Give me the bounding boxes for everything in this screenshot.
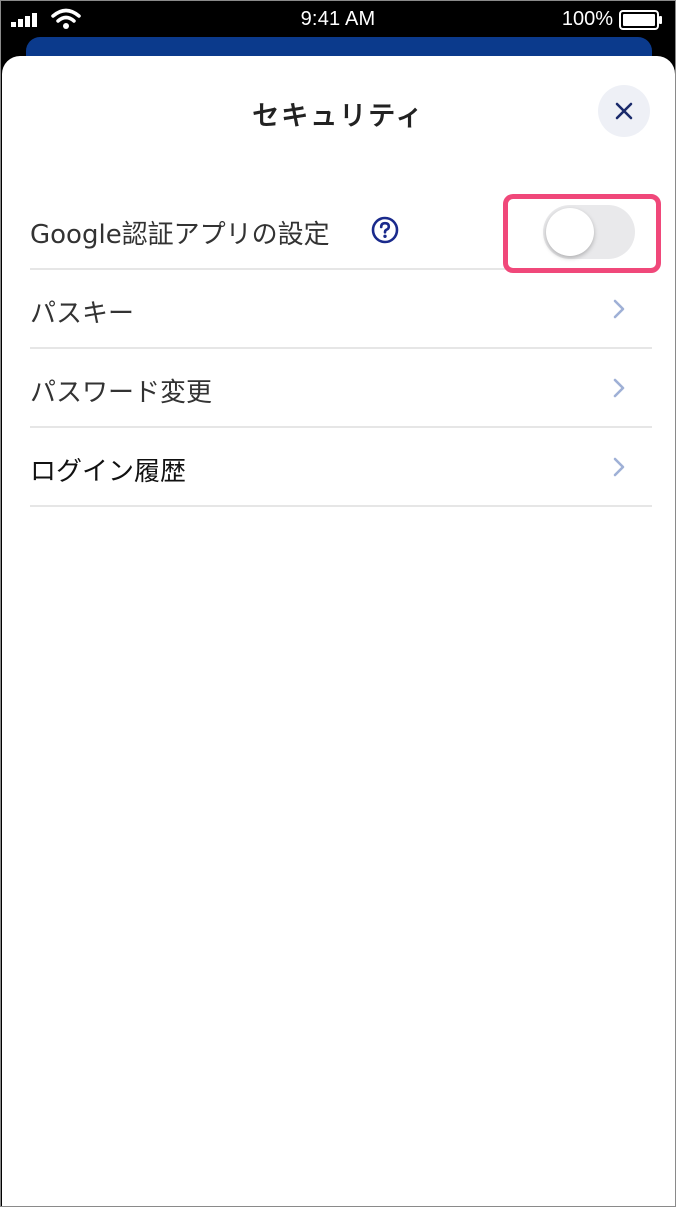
- setting-row-passkey[interactable]: パスキー: [30, 270, 652, 349]
- close-button[interactable]: [598, 85, 650, 137]
- phone-frame: 9:41 AM 100% セキュリティ Google認証アプリの設定 パスキー …: [0, 0, 676, 1207]
- setting-label-passkey: パスキー: [30, 299, 135, 329]
- chevron-right-icon: [613, 378, 625, 398]
- question-circle-icon[interactable]: [371, 216, 399, 244]
- close-icon: [615, 102, 633, 120]
- setting-label-login-history: ログイン履歴: [30, 457, 187, 487]
- status-bar: 9:41 AM 100%: [1, 1, 675, 39]
- page-title: セキュリティ: [252, 101, 425, 132]
- battery-icon: [619, 10, 662, 30]
- security-modal-sheet: セキュリティ Google認証アプリの設定 パスキー パスワード変更 ログイン履…: [2, 56, 675, 1206]
- setting-row-google-authenticator: Google認証アプリの設定: [30, 191, 661, 273]
- google-authenticator-toggle[interactable]: [543, 205, 635, 259]
- chevron-right-icon: [613, 457, 625, 477]
- setting-label-google-authenticator: Google認証アプリの設定: [30, 220, 330, 250]
- chevron-right-icon: [613, 299, 625, 319]
- setting-row-password-change[interactable]: パスワード変更: [30, 349, 652, 428]
- toggle-knob: [546, 208, 594, 256]
- setting-label-password-change: パスワード変更: [30, 378, 213, 408]
- battery-percentage: 100%: [561, 8, 613, 30]
- setting-row-login-history[interactable]: ログイン履歴: [30, 428, 652, 507]
- settings-list: Google認証アプリの設定 パスキー パスワード変更 ログイン履歴: [30, 191, 661, 507]
